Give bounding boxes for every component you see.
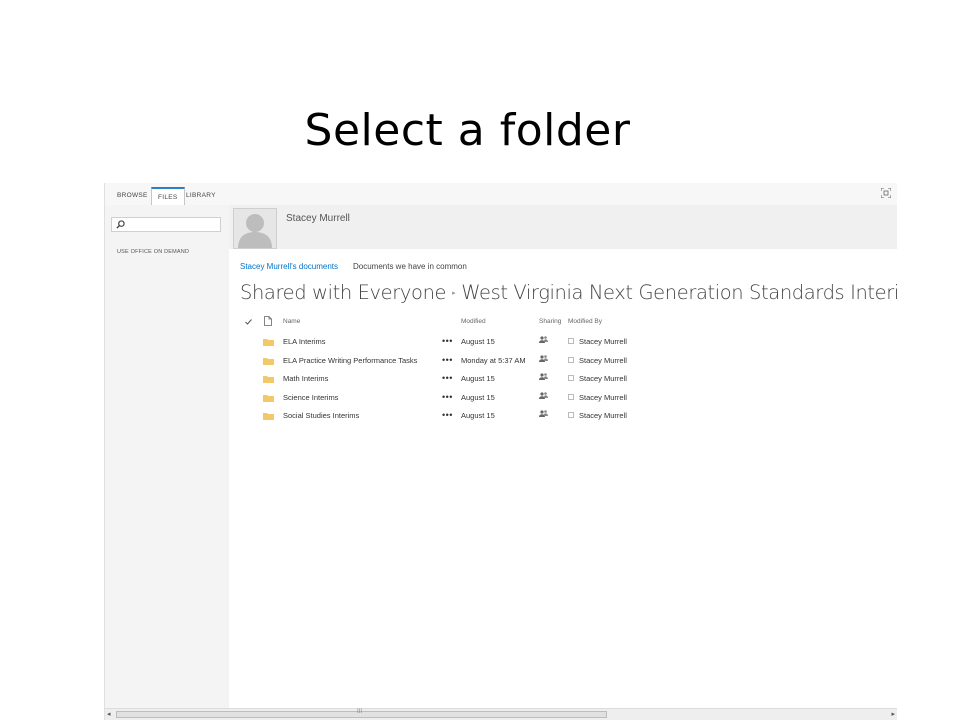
scrollbar-thumb[interactable]: III [116,709,607,718]
table-row[interactable]: ELA Practice Writing Performance Tasks ••… [105,352,897,370]
modified-by-link[interactable]: Stacey Murrell [579,337,627,346]
shared-people-icon[interactable] [539,354,548,363]
tab-library[interactable]: LIBRARY [180,187,222,205]
modified-date: August 15 [461,411,495,420]
item-menu-ellipsis-icon[interactable]: ••• [442,336,453,346]
item-menu-ellipsis-icon[interactable]: ••• [442,355,453,365]
tab-browse[interactable]: BROWSE [111,187,154,205]
file-name-link[interactable]: Social Studies Interims [283,411,359,420]
shared-people-icon[interactable] [539,373,548,381]
scroll-right-arrow-icon[interactable]: ▸ [891,710,895,718]
file-name-link[interactable]: ELA Interims [283,337,326,346]
column-header-modified[interactable]: Modified [461,318,486,325]
presence-indicator-icon [568,375,574,381]
table-row[interactable]: Social Studies Interims ••• August 15 Stace… [105,407,897,425]
presence-indicator-icon [568,412,574,418]
search-icon [116,220,125,229]
scroll-left-arrow-icon[interactable]: ◂ [107,710,111,718]
left-navigation: USE OFFICE ON DEMAND [105,205,229,712]
presence-indicator-icon [568,393,574,400]
documents-in-common-link[interactable]: Documents we have in common [353,262,467,271]
item-menu-ellipsis-icon[interactable]: ••• [442,410,453,420]
item-menu-ellipsis-icon[interactable]: ••• [442,392,453,402]
folder-icon [263,413,274,420]
file-name-link[interactable]: Math Interims [283,374,328,383]
column-header-modified-by[interactable]: Modified By [568,318,602,325]
table-row[interactable]: Math Interims ••• August 15 Stacey Murrell [105,370,897,388]
my-documents-link[interactable]: Stacey Murrell's documents [240,262,338,271]
slide-title: Select a folder [304,105,631,156]
file-type-icon [264,316,272,326]
scrollbar-grip-icon: III [357,709,363,715]
profile-name[interactable]: Stacey Murrell [286,213,350,224]
presence-indicator-icon [568,356,574,363]
presence-indicator-icon [568,338,574,344]
file-name-link[interactable]: ELA Practice Writing Performance Tasks [283,356,417,365]
column-header-sharing[interactable]: Sharing [539,318,561,325]
folder-icon [263,357,274,365]
folder-icon [263,339,274,346]
modified-by-link[interactable]: Stacey Murrell [579,374,627,383]
search-input[interactable] [111,217,221,232]
breadcrumb-separator-icon: ▸ [452,289,456,297]
folder-icon [263,394,274,402]
modified-by-link[interactable]: Stacey Murrell [579,411,627,420]
table-row[interactable]: Science Interims ••• August 15 Stacey Murre… [105,389,897,407]
shared-people-icon[interactable] [539,336,548,344]
item-menu-ellipsis-icon[interactable]: ••• [442,373,453,383]
ribbon-tabs: BROWSE FILES LIBRARY [105,183,897,206]
shared-people-icon[interactable] [539,410,548,418]
profile-header: Stacey Murrell [229,205,897,249]
folder-icon [263,376,274,383]
person-silhouette-icon [238,214,272,248]
horizontal-scrollbar[interactable]: ◂ III ▸ [105,708,897,720]
office-on-demand-link[interactable]: USE OFFICE ON DEMAND [117,249,189,255]
modified-date: August 15 [461,392,495,402]
modified-by-link[interactable]: Stacey Murrell [579,356,627,365]
modified-date: August 15 [461,374,495,383]
column-header-name[interactable]: Name [283,318,300,325]
sharepoint-window: BROWSE FILES LIBRARY USE OFFICE ON DEMAN… [104,183,897,720]
breadcrumb-root[interactable]: Shared with Everyone [240,281,447,304]
file-name-link[interactable]: Science Interims [283,393,338,402]
modified-by-link[interactable]: Stacey Murrell [579,393,627,402]
modified-date: Monday at 5:37 AM [461,355,526,365]
breadcrumb-current: West Virginia Next Generation Standards … [461,281,897,304]
shared-people-icon[interactable] [539,391,548,400]
table-row[interactable]: ELA Interims ••• August 15 Stacey Murrell [105,333,897,351]
avatar[interactable] [233,208,277,249]
select-all-checkmark-icon[interactable] [245,319,252,325]
focus-content-icon[interactable] [881,188,891,198]
breadcrumb: Shared with Everyone ▸ West Virginia Next … [240,281,897,304]
modified-date: August 15 [461,337,495,346]
